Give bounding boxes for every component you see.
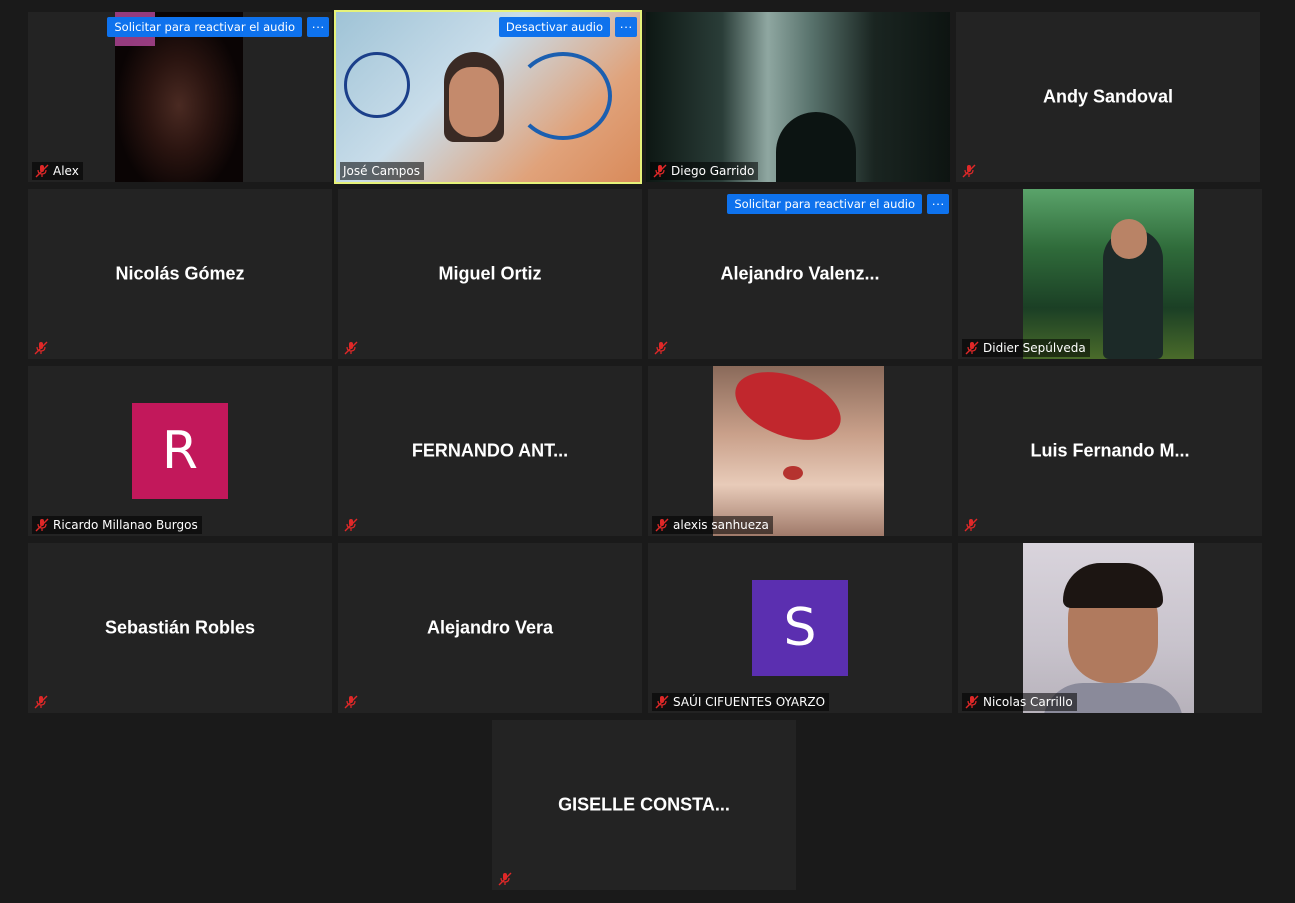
participant-name-label: Diego Garrido xyxy=(650,162,759,180)
participant-display-name: GISELLE CONSTA... xyxy=(558,794,730,815)
participant-display-name: Luis Fernando M... xyxy=(1030,440,1190,461)
mic-status xyxy=(342,516,360,534)
participant-tile-miguel-ortiz[interactable]: Miguel Ortiz xyxy=(338,189,642,359)
participant-name-label: Ricardo Millanao Burgos xyxy=(32,516,202,534)
mic-status xyxy=(496,870,514,888)
participant-tile-jose-campos[interactable]: Desactivar audio ··· José Campos xyxy=(334,10,642,184)
participant-tile-alex[interactable]: Solicitar para reactivar el audio ··· Al… xyxy=(28,12,332,182)
participant-name-label: SAÚI CIFUENTES OYARZO xyxy=(652,693,830,711)
mic-status xyxy=(652,339,670,357)
mic-muted-icon xyxy=(35,518,49,532)
participant-tile-nicolas-gomez[interactable]: Nicolás Gómez xyxy=(28,189,332,359)
participant-tile-alexis-sanhueza[interactable]: alexis sanhueza xyxy=(648,366,952,536)
participant-tile-nicolas-carrillo[interactable]: Nicolas Carrillo xyxy=(958,543,1262,713)
mic-muted-icon xyxy=(35,164,49,178)
participant-name: Nicolas Carrillo xyxy=(983,695,1073,709)
mic-muted-icon xyxy=(344,518,358,532)
mic-muted-icon xyxy=(653,164,667,178)
more-options-button[interactable]: ··· xyxy=(927,194,949,214)
profile-photo xyxy=(713,366,884,536)
participant-tile-diego-garrido[interactable]: Diego Garrido xyxy=(646,12,950,182)
participant-display-name: Alejandro Vera xyxy=(426,617,554,638)
participant-tile-ricardo-millanao[interactable]: R Ricardo Millanao Burgos xyxy=(28,366,332,536)
more-options-button[interactable]: ··· xyxy=(615,17,637,37)
participant-name-label: alexis sanhueza xyxy=(652,516,773,534)
more-options-button[interactable]: ··· xyxy=(307,17,329,37)
participant-display-name: Sebastián Robles xyxy=(104,617,256,638)
tile-actions: Solicitar para reactivar el audio ··· xyxy=(727,194,949,214)
participant-name: SAÚI CIFUENTES OYARZO xyxy=(673,695,826,709)
mic-status xyxy=(342,693,360,711)
profile-photo xyxy=(1023,189,1194,359)
video-feed xyxy=(646,12,950,182)
participant-tile-didier-sepulveda[interactable]: Didier Sepúlveda xyxy=(958,189,1262,359)
participant-tile-fernando[interactable]: FERNANDO ANT... xyxy=(338,366,642,536)
participant-tile-andy-sandoval[interactable]: Andy Sandoval xyxy=(956,12,1260,182)
mic-status xyxy=(960,162,978,180)
mic-muted-icon xyxy=(654,341,668,355)
participant-display-name: Nicolás Gómez xyxy=(115,263,245,284)
mic-muted-icon xyxy=(655,518,669,532)
participant-name: Didier Sepúlveda xyxy=(983,341,1086,355)
mic-muted-icon xyxy=(34,695,48,709)
request-unmute-button[interactable]: Solicitar para reactivar el audio xyxy=(107,17,302,37)
mic-muted-icon xyxy=(498,872,512,886)
participant-display-name: Alejandro Valenz... xyxy=(720,263,880,284)
mic-muted-icon xyxy=(962,164,976,178)
participant-name-label: Alex xyxy=(32,162,83,180)
mic-status xyxy=(32,693,50,711)
participant-tile-alejandro-valenzuela[interactable]: Solicitar para reactivar el audio ··· Al… xyxy=(648,189,952,359)
participant-name-label: Didier Sepúlveda xyxy=(962,339,1090,357)
tile-actions: Desactivar audio ··· xyxy=(498,17,637,37)
mic-status xyxy=(32,339,50,357)
mute-button[interactable]: Desactivar audio xyxy=(498,17,610,37)
mic-status xyxy=(962,516,980,534)
video-feed xyxy=(115,12,243,182)
participant-tile-saui-cifuentes[interactable]: S SAÚI CIFUENTES OYARZO xyxy=(648,543,952,713)
participant-name: alexis sanhueza xyxy=(673,518,769,532)
video-feed xyxy=(336,12,640,182)
participant-tile-luis-fernando[interactable]: Luis Fernando M... xyxy=(958,366,1262,536)
mic-muted-icon xyxy=(964,518,978,532)
mic-muted-icon xyxy=(655,695,669,709)
participant-name-label: Nicolas Carrillo xyxy=(962,693,1077,711)
participant-name: Ricardo Millanao Burgos xyxy=(53,518,198,532)
mic-status xyxy=(342,339,360,357)
avatar: R xyxy=(132,403,228,499)
participant-tile-sebastian-robles[interactable]: Sebastián Robles xyxy=(28,543,332,713)
participant-tile-giselle[interactable]: GISELLE CONSTA... xyxy=(492,720,796,890)
profile-photo xyxy=(1023,543,1194,713)
mic-muted-icon xyxy=(34,341,48,355)
mic-muted-icon xyxy=(344,341,358,355)
mic-muted-icon xyxy=(965,341,979,355)
participant-name-label: José Campos xyxy=(340,162,424,180)
participant-display-name: FERNANDO ANT... xyxy=(411,440,569,461)
participant-tile-alejandro-vera[interactable]: Alejandro Vera xyxy=(338,543,642,713)
tile-actions: Solicitar para reactivar el audio ··· xyxy=(107,17,329,37)
mic-muted-icon xyxy=(965,695,979,709)
participant-display-name: Miguel Ortiz xyxy=(438,263,542,284)
participant-name: José Campos xyxy=(343,164,420,178)
avatar: S xyxy=(752,580,848,676)
participant-name: Diego Garrido xyxy=(671,164,755,178)
participant-name: Alex xyxy=(53,164,79,178)
request-unmute-button[interactable]: Solicitar para reactivar el audio xyxy=(727,194,922,214)
mic-muted-icon xyxy=(344,695,358,709)
participant-display-name: Andy Sandoval xyxy=(1042,86,1174,107)
